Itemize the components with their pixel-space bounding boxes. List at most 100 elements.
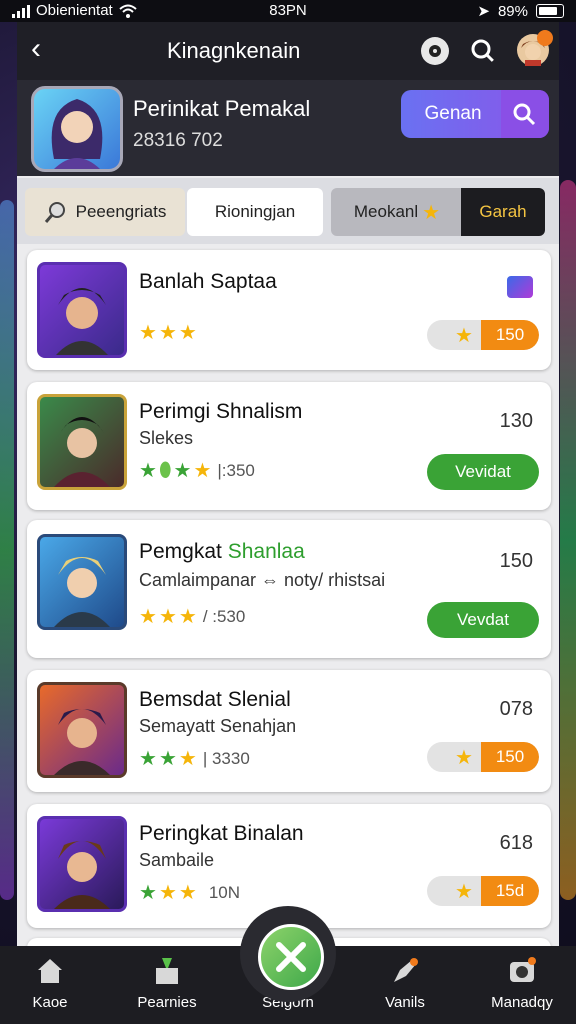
nav-label: Kaoe <box>32 994 68 1011</box>
profile-name: Perinikat Pemakal <box>133 96 311 121</box>
rank-number: 150 <box>499 550 533 572</box>
gem-icon: ⬮ <box>158 459 172 481</box>
profile-avatar <box>31 86 123 172</box>
nav-manadqy[interactable]: Manadqy <box>472 946 572 1024</box>
card-extra: |:350 <box>217 460 255 480</box>
star-icon: ★ <box>139 322 157 344</box>
character-thumbnail <box>37 816 127 912</box>
card-extra: 10N <box>208 882 240 902</box>
camera-icon <box>510 957 536 982</box>
battery-percent: 89% <box>497 2 528 20</box>
star-icon: ★ <box>178 882 197 904</box>
rank-number: 130 <box>499 410 533 432</box>
tab-ranking[interactable]: Rioningjan <box>187 188 323 236</box>
card-subtitle: Slekes <box>139 428 194 448</box>
score-pill[interactable]: ★ 150 <box>427 742 539 772</box>
card-title: Perimgi Shnalism <box>139 400 303 423</box>
star-icon: ★ <box>158 748 177 770</box>
notification-icon[interactable] <box>421 37 449 65</box>
rank-number: 618 <box>499 832 533 854</box>
nav-label: Manadqy <box>491 994 553 1011</box>
character-thumbnail <box>37 394 127 490</box>
card-title: Banlah Saptaa <box>139 270 277 293</box>
tab-label: Garah <box>479 202 527 221</box>
list-item[interactable]: Bemsdat Slenial Semayatt Senahjan ★ ★ ★ | … <box>27 670 551 792</box>
page-title: Kinagnkenain <box>167 38 301 63</box>
star-icon: ★ <box>173 460 192 482</box>
nav-home[interactable]: Kaoe <box>0 946 100 1024</box>
rank-number: 078 <box>499 698 533 720</box>
star-icon: ★ <box>178 322 197 344</box>
card-title: Bemsdat Slenial <box>139 688 291 711</box>
rating-stars: ★ ★ ★ / :530 <box>139 604 245 629</box>
tab-medal[interactable]: Meokanl ★ <box>331 188 463 236</box>
score-value: 150 <box>481 742 539 772</box>
center-action-button[interactable] <box>240 906 336 1002</box>
star-icon: ★ <box>158 882 177 904</box>
gift-icon <box>156 958 178 984</box>
score-value: 150 <box>481 320 539 350</box>
rating-stars: ★ ⬮ ★ ★ |:350 <box>139 458 255 483</box>
star-icon: ★ <box>422 201 441 224</box>
star-icon: ★ <box>455 881 473 903</box>
list-item[interactable]: Perimgi Shnalism Slekes ★ ⬮ ★ ★ |:350 130 V… <box>27 382 551 510</box>
nav-rewards[interactable]: Pearnies <box>117 946 217 1024</box>
search-icon[interactable] <box>469 37 497 65</box>
list-item[interactable]: Banlah Saptaa ★ ★ ★ ★ 150 <box>27 250 551 370</box>
card-subtitle: Sambaile <box>139 850 215 870</box>
card-subtitle: Camlaimpanar ⇔ noty/ rhistsai <box>139 570 386 590</box>
character-thumbnail <box>37 682 127 778</box>
tab-label: Rioningjan <box>214 202 296 221</box>
profile-search-button[interactable]: Genan <box>401 90 549 138</box>
bg-neon-left <box>0 200 14 900</box>
home-icon <box>38 959 62 983</box>
bg-neon-right <box>560 180 576 900</box>
rating-stars: ★ ★ ★ | 3330 <box>139 746 250 771</box>
rating-stars: ★ ★ ★ 10N <box>139 880 240 905</box>
profile-header: Perinikat Pemakal 28316 702 Genan <box>17 80 559 176</box>
tab-search[interactable]: Peeengriats <box>25 188 185 236</box>
star-icon: ★ <box>139 882 157 904</box>
rating-stars: ★ ★ ★ <box>139 320 197 345</box>
card-title: Peringkat Binalan <box>139 822 304 845</box>
search-icon <box>513 103 536 126</box>
card-title-highlight: Shanlaa <box>227 540 305 563</box>
back-button[interactable]: ‹ <box>31 34 41 64</box>
shop-icon[interactable] <box>507 276 533 298</box>
star-icon: ★ <box>178 748 197 770</box>
badge-icon <box>537 30 553 46</box>
star-icon: ★ <box>139 748 157 770</box>
nav-vanils[interactable]: Vanils <box>355 946 455 1024</box>
rocket-icon <box>394 958 418 982</box>
user-avatar[interactable] <box>517 30 553 66</box>
score-pill[interactable]: ★ 15d <box>427 876 539 906</box>
list-item[interactable]: Pemgkat Shanlaa Camlaimpanar ⇔ noty/ rhi… <box>27 520 551 658</box>
magnifier-icon <box>44 202 65 223</box>
card-title: Pemgkat Shanlaa <box>139 540 305 564</box>
star-icon: ★ <box>193 460 212 482</box>
location-icon: ➤ <box>477 3 490 20</box>
score-value: 15d <box>481 876 539 906</box>
character-thumbnail <box>37 534 127 630</box>
fab-inner <box>258 924 324 990</box>
search-button-label: Genan <box>424 103 482 124</box>
tab-label: Meokanl <box>353 202 419 221</box>
card-extra: / :530 <box>202 606 246 626</box>
view-button[interactable]: Vevdat <box>427 602 539 638</box>
star-icon: ★ <box>158 606 177 628</box>
status-bar: Obienientat 83PN ➤ 89% <box>0 0 576 22</box>
tab-bar: Peeengriats Rioningjan Meokanl ★ Garah <box>17 178 559 244</box>
star-icon: ★ <box>178 606 197 628</box>
card-title-text: Pemgkat <box>139 540 222 563</box>
star-icon: ★ <box>139 606 157 628</box>
view-button[interactable]: Vevidat <box>427 454 539 490</box>
tab-label: Peeengriats <box>75 202 167 221</box>
tab-garah[interactable]: Garah <box>461 188 545 236</box>
card-subtitle: Semayatt Senahjan <box>139 716 297 736</box>
score-pill[interactable]: ★ 150 <box>427 320 539 350</box>
star-icon: ★ <box>455 747 473 769</box>
nav-label: Pearnies <box>137 994 197 1011</box>
card-extra: | 3330 <box>202 748 250 768</box>
sword-icon <box>276 942 306 972</box>
profile-code: 28316 702 <box>133 130 223 151</box>
